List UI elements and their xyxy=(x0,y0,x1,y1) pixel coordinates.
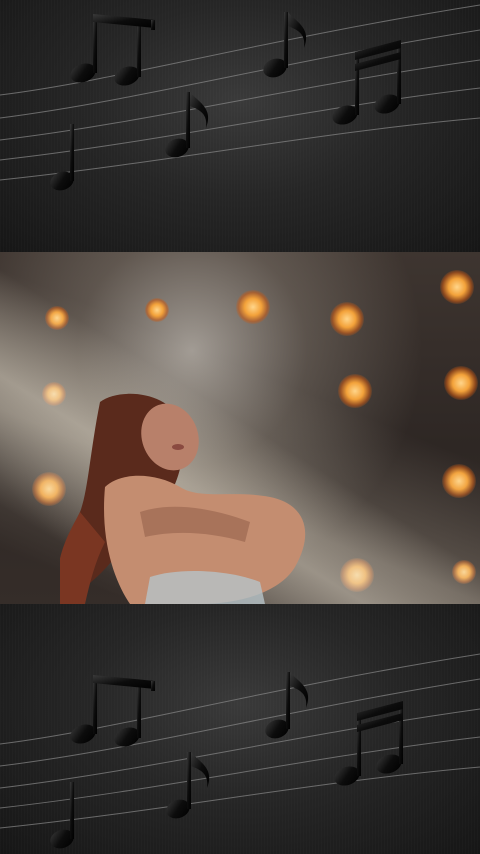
dancer-photo xyxy=(0,252,480,604)
stage-light xyxy=(338,374,372,408)
sixteenth-notes-icon xyxy=(332,40,401,125)
beamed-notes-icon xyxy=(70,675,155,747)
stage-light xyxy=(145,298,169,322)
eighth-note-icon xyxy=(263,12,307,78)
stage-light xyxy=(330,302,364,336)
stage-light xyxy=(440,270,474,304)
quarter-note-icon xyxy=(50,124,74,191)
dancer-figure xyxy=(60,393,306,604)
stage-light xyxy=(236,290,270,324)
quarter-note-icon xyxy=(50,782,74,849)
bottom-music-panel xyxy=(0,604,480,854)
eighth-note-icon xyxy=(165,92,209,158)
music-staff-top xyxy=(0,4,480,191)
music-staff-bottom xyxy=(0,653,480,849)
stage-light xyxy=(444,366,478,400)
eighth-note-icon xyxy=(265,672,309,739)
eighth-note-icon xyxy=(166,752,210,819)
top-music-panel xyxy=(0,0,480,252)
beamed-notes-icon xyxy=(70,14,155,86)
